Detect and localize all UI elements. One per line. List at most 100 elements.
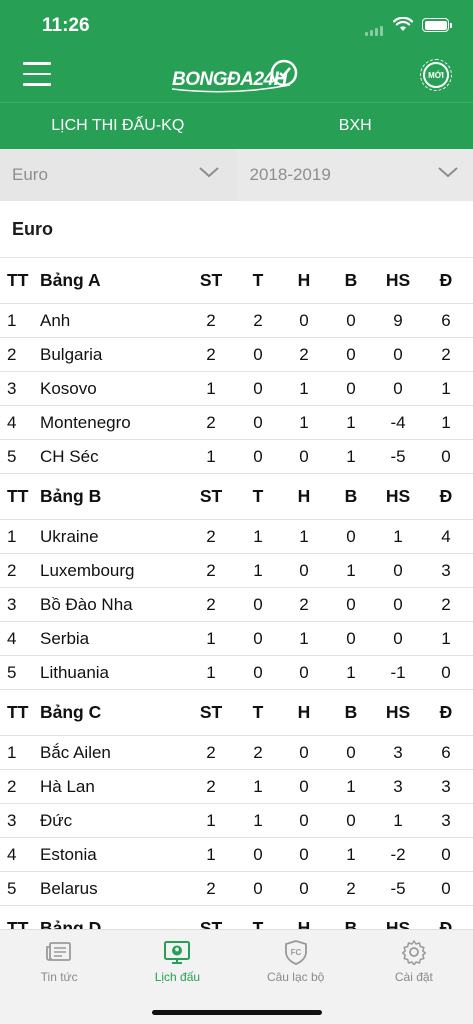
d-cell: 3 <box>441 810 451 830</box>
wifi-icon <box>393 17 413 31</box>
rank-cell: 1 <box>7 310 17 330</box>
status-time: 11:26 <box>42 15 90 36</box>
bongda24h-logo: BONGĐA24H <box>172 56 302 94</box>
standings-table: TT Bảng A ST T H B HS Đ 1 Anh 2 2 0 0 9 6 2 Bulgaria 2 0 2 0 0… <box>0 258 473 930</box>
new-badge-icon[interactable]: MỚI <box>420 59 452 91</box>
group-header-row: TT Bảng D ST T H B HS Đ <box>0 906 473 930</box>
hs-cell: 9 <box>393 310 403 330</box>
table-row[interactable]: 3 Bồ Đào Nha 2 0 2 0 0 2 <box>0 588 473 622</box>
column-header-t: T <box>252 918 264 930</box>
hs-cell: -2 <box>390 844 406 864</box>
table-row[interactable]: 2 Luxembourg 2 1 0 1 0 3 <box>0 554 473 588</box>
d-cell: 6 <box>441 310 451 330</box>
rank-cell: 4 <box>7 628 17 648</box>
h-cell: 1 <box>299 378 309 398</box>
table-row[interactable]: 5 Belarus 2 0 0 2 -5 0 <box>0 872 473 906</box>
column-header-tt: TT <box>7 918 29 930</box>
table-row[interactable]: 1 Bắc Ailen 2 2 0 0 3 6 <box>0 736 473 770</box>
st-cell: 2 <box>206 344 216 364</box>
season-value: 2018-2019 <box>249 165 331 184</box>
tab-standings[interactable]: BXH <box>238 103 473 149</box>
nav-settings-label: Cài đặt <box>394 970 433 984</box>
d-cell: 4 <box>441 526 451 546</box>
nav-news[interactable]: Tin tức <box>0 930 118 1024</box>
table-row[interactable]: 3 Kosovo 1 0 1 0 0 1 <box>0 372 473 406</box>
team-name-cell: Ukraine <box>40 526 99 546</box>
table-row[interactable]: 2 Bulgaria 2 0 2 0 0 2 <box>0 338 473 372</box>
team-name-cell: Lithuania <box>40 662 110 682</box>
hamburger-menu-icon[interactable] <box>23 62 51 86</box>
nav-schedule-label: Lịch đấu <box>154 970 201 984</box>
logo-text: BONGĐA24H <box>172 69 287 90</box>
d-cell: 0 <box>441 878 451 898</box>
d-cell: 3 <box>441 776 451 796</box>
t-cell: 0 <box>253 878 263 898</box>
table-row[interactable]: 5 CH Séc 1 0 0 1 -5 0 <box>0 440 473 474</box>
column-header-hs: HS <box>385 486 411 506</box>
nav-settings[interactable]: Cài đặt <box>355 930 473 1024</box>
t-cell: 0 <box>253 628 263 648</box>
t-cell: 0 <box>253 662 263 682</box>
team-name-cell: Bắc Ailen <box>40 742 111 762</box>
rank-cell: 2 <box>7 344 17 364</box>
d-cell: 0 <box>441 662 451 682</box>
section-title: Euro <box>0 201 473 258</box>
svg-text:FC: FC <box>290 948 301 957</box>
group-header-row: TT Bảng B ST T H B HS Đ <box>0 474 473 520</box>
h-cell: 1 <box>299 412 309 432</box>
table-row[interactable]: 1 Ukraine 2 1 1 0 1 4 <box>0 520 473 554</box>
t-cell: 0 <box>253 378 263 398</box>
h-cell: 0 <box>299 560 309 580</box>
d-cell: 0 <box>441 446 451 466</box>
t-cell: 1 <box>253 526 263 546</box>
b-cell: 1 <box>346 844 356 864</box>
column-header-d: Đ <box>439 270 453 290</box>
b-cell: 1 <box>346 776 356 796</box>
table-row[interactable]: 4 Serbia 1 0 1 0 0 1 <box>0 622 473 656</box>
tab-schedule-results[interactable]: LỊCH THI ĐẤU-KQ <box>0 103 238 149</box>
column-header-st: ST <box>199 918 223 930</box>
column-header-t: T <box>252 486 264 506</box>
b-cell: 1 <box>346 662 356 682</box>
app-header: 11:26 BONGĐA24H MỚI LỊCH THI ĐẤU-KQ BXH <box>0 0 473 149</box>
top-tabs: LỊCH THI ĐẤU-KQ BXH <box>0 102 473 149</box>
table-row[interactable]: 4 Montenegro 2 0 1 1 -4 1 <box>0 406 473 440</box>
column-header-hs: HS <box>385 702 411 722</box>
b-cell: 0 <box>346 628 356 648</box>
table-row[interactable]: 3 Đức 1 1 0 0 1 3 <box>0 804 473 838</box>
column-header-b: B <box>344 270 358 290</box>
team-name-cell: Montenegro <box>40 412 131 432</box>
table-row[interactable]: 5 Lithuania 1 0 0 1 -1 0 <box>0 656 473 690</box>
st-cell: 1 <box>206 446 216 466</box>
competition-select[interactable]: Euro <box>0 149 234 201</box>
b-cell: 0 <box>346 344 356 364</box>
chevron-down-icon <box>198 167 219 178</box>
team-name-cell: Serbia <box>40 628 90 648</box>
news-icon <box>46 942 72 961</box>
t-cell: 1 <box>253 810 263 830</box>
b-cell: 0 <box>346 310 356 330</box>
d-cell: 1 <box>441 378 451 398</box>
st-cell: 2 <box>206 878 216 898</box>
table-row[interactable]: 1 Anh 2 2 0 0 9 6 <box>0 304 473 338</box>
group-name: Bảng A <box>40 270 101 290</box>
hs-cell: -5 <box>390 878 406 898</box>
table-row[interactable]: 4 Estonia 1 0 0 1 -2 0 <box>0 838 473 872</box>
rank-cell: 3 <box>7 594 17 614</box>
column-header-d: Đ <box>439 702 453 722</box>
b-cell: 0 <box>346 810 356 830</box>
hs-cell: 0 <box>393 378 403 398</box>
team-name-cell: Estonia <box>40 844 97 864</box>
b-cell: 0 <box>346 526 356 546</box>
table-row[interactable]: 2 Hà Lan 2 1 0 1 3 3 <box>0 770 473 804</box>
d-cell: 6 <box>441 742 451 762</box>
season-select[interactable]: 2018-2019 <box>236 149 473 201</box>
home-indicator[interactable] <box>152 1010 322 1015</box>
team-name-cell: Anh <box>40 310 71 330</box>
team-name-cell: Bồ Đào Nha <box>40 594 133 614</box>
t-cell: 1 <box>253 776 263 796</box>
d-cell: 2 <box>441 594 451 614</box>
group-name: Bảng C <box>40 702 102 722</box>
column-header-h: H <box>297 702 311 722</box>
schedule-icon <box>164 941 191 964</box>
